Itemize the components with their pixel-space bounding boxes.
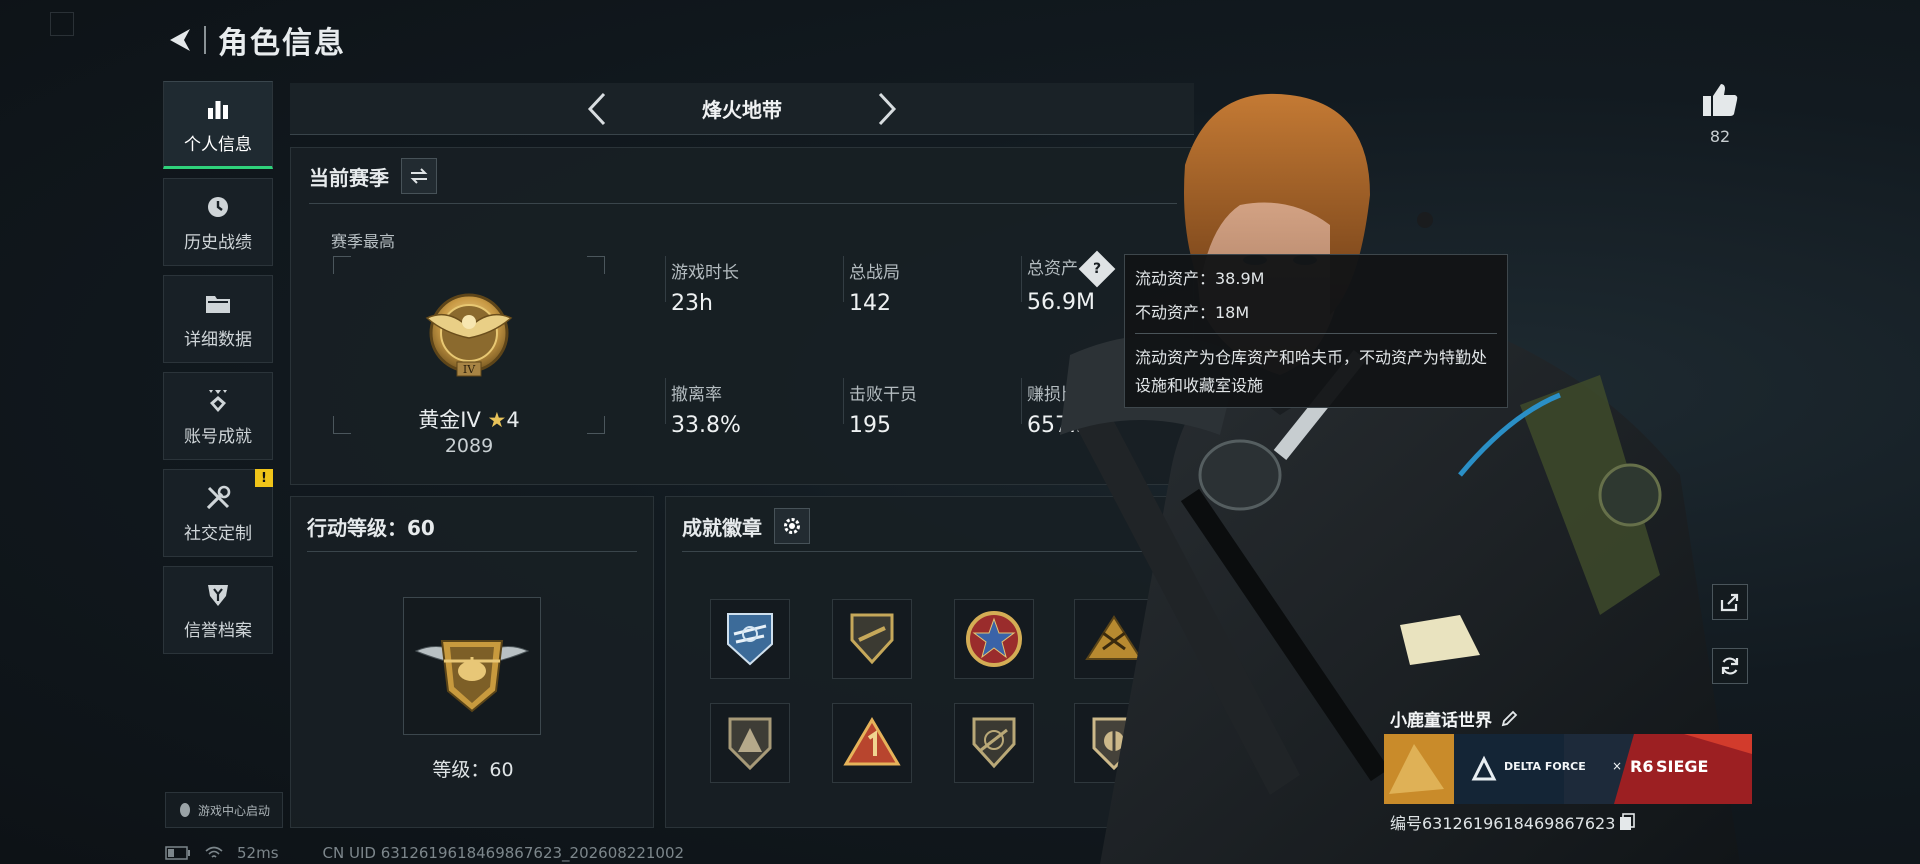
badge-item[interactable]	[954, 599, 1034, 679]
banner-siege-text: SIEGE	[1656, 757, 1709, 776]
sidebar: 个人信息 历史战绩 详细数据 账号成就 ! 社交定制 信誉档案	[163, 81, 275, 663]
bar-chart-icon	[203, 94, 233, 124]
header: 角色信息	[164, 18, 346, 62]
player-name: 小鹿童话世界	[1390, 706, 1518, 731]
game-center-label: 游戏中心启动	[197, 803, 270, 818]
sidebar-item-label: 账号成就	[184, 426, 252, 447]
mode-label: 烽火地带	[702, 98, 782, 122]
clock-icon	[203, 192, 233, 222]
edit-icon[interactable]	[1500, 710, 1518, 728]
sidebar-item-reputation[interactable]: 信誉档案	[163, 566, 273, 654]
level-text: 等级：60	[432, 759, 514, 781]
star-icon: ★	[487, 408, 507, 432]
rank-emblem-icon: IV	[419, 278, 519, 388]
rifle-shield-badge-icon	[972, 717, 1016, 769]
refresh-button[interactable]	[1712, 648, 1748, 684]
tooltip-divider	[1135, 333, 1497, 334]
divider	[307, 551, 637, 552]
winged-blue-badge-icon	[727, 613, 773, 666]
penguin-icon	[179, 803, 190, 817]
sidebar-item-detailed-data[interactable]: 详细数据	[163, 275, 273, 363]
stat-play-time: 游戏时长 23h	[671, 263, 739, 316]
stat-operators-defeated: 击败干员 195	[849, 385, 917, 438]
sidebar-item-label: 信誉档案	[184, 620, 252, 641]
assets-description: 流动资产为仓库资产和哈夫币，不动资产为特勤处设施和收藏室设施	[1135, 348, 1488, 395]
level-panel: 行动等级：60 等级：60	[290, 496, 654, 828]
banner-x-text: ×	[1612, 759, 1623, 773]
shield-gun-badge-icon	[850, 613, 894, 665]
sidebar-item-social[interactable]: ! 社交定制	[163, 469, 273, 557]
tools-icon	[203, 483, 233, 513]
stat-extraction-rate: 撤离率 33.8%	[671, 385, 741, 438]
page-title: 角色信息	[218, 26, 346, 61]
alert-badge: !	[255, 469, 273, 487]
banner-brand-text: DELTA FORCE	[1504, 760, 1586, 773]
svg-text:IV: IV	[463, 363, 476, 376]
uid-text: CN UID 6312619618469867623_202608221002	[322, 844, 685, 862]
sidebar-item-label: 个人信息	[184, 134, 252, 155]
back-arrow-icon[interactable]	[164, 23, 198, 57]
sidebar-item-label: 社交定制	[184, 523, 252, 544]
helicopter-emblem-icon	[414, 640, 530, 713]
next-mode-icon[interactable]	[867, 89, 907, 129]
stat-total-matches: 总战局 142	[849, 263, 900, 316]
status-bar: 52ms CN UID 6312619618469867623_20260822…	[165, 844, 684, 862]
share-icon	[1720, 593, 1739, 612]
number-one-badge-icon	[843, 717, 901, 766]
corner-placeholder	[50, 12, 74, 36]
thumbs-up-icon	[1703, 84, 1738, 116]
share-button[interactable]	[1712, 584, 1748, 620]
star-medal-badge-icon	[966, 611, 1022, 667]
badge-item[interactable]	[710, 599, 790, 679]
swap-arrows-icon	[410, 168, 428, 184]
level-title: 行动等级：60	[307, 516, 435, 540]
sidebar-item-personal-info[interactable]: 个人信息	[163, 81, 273, 169]
rank-score: 2089	[444, 435, 494, 457]
player-id: 编号6312619618469867623	[1390, 810, 1636, 834]
wifi-icon	[205, 846, 223, 860]
season-best-label: 赛季最高	[331, 232, 396, 251]
badge-item[interactable]	[710, 703, 790, 783]
fixed-assets-text: 不动资产：18M	[1135, 303, 1250, 322]
banner-r6-text: R6	[1630, 757, 1654, 776]
shield-icon	[203, 580, 233, 610]
battery-icon	[165, 846, 191, 860]
sidebar-item-history[interactable]: 历史战绩	[163, 178, 273, 266]
sidebar-item-label: 历史战绩	[184, 232, 252, 253]
achievement-icon	[203, 386, 233, 416]
like-button[interactable]	[1698, 78, 1742, 122]
prev-mode-icon[interactable]	[577, 89, 617, 129]
sidebar-item-label: 详细数据	[184, 329, 252, 350]
header-divider	[204, 26, 206, 54]
triangle-shield-badge-icon	[728, 717, 772, 771]
folder-icon	[203, 289, 233, 319]
ping-text: 52ms	[237, 844, 279, 862]
liquid-assets-text: 流动资产：38.9M	[1135, 269, 1265, 288]
player-banner[interactable]: DELTA FORCE × R6 SIEGE	[1384, 734, 1752, 804]
badges-title: 成就徽章	[682, 515, 762, 540]
badge-settings-button[interactable]	[774, 508, 810, 544]
refresh-icon	[1721, 657, 1739, 675]
assets-tooltip: 流动资产：38.9M 不动资产：18M 流动资产为仓库资产和哈夫币，不动资产为特…	[1124, 254, 1508, 408]
badge-item[interactable]	[832, 599, 912, 679]
rank-name: 黄金IV ★4	[418, 408, 520, 432]
badge-item[interactable]	[832, 703, 912, 783]
season-title: 当前赛季	[309, 165, 389, 190]
level-emblem-frame	[403, 597, 541, 735]
gear-icon	[784, 518, 800, 534]
swap-season-button[interactable]	[401, 158, 437, 194]
copy-icon[interactable]	[1619, 813, 1636, 831]
sidebar-item-achievements[interactable]: 账号成就	[163, 372, 273, 460]
like-count: 82	[1709, 127, 1731, 146]
badge-item[interactable]	[954, 703, 1034, 783]
game-center-button[interactable]: 游戏中心启动	[165, 792, 283, 828]
